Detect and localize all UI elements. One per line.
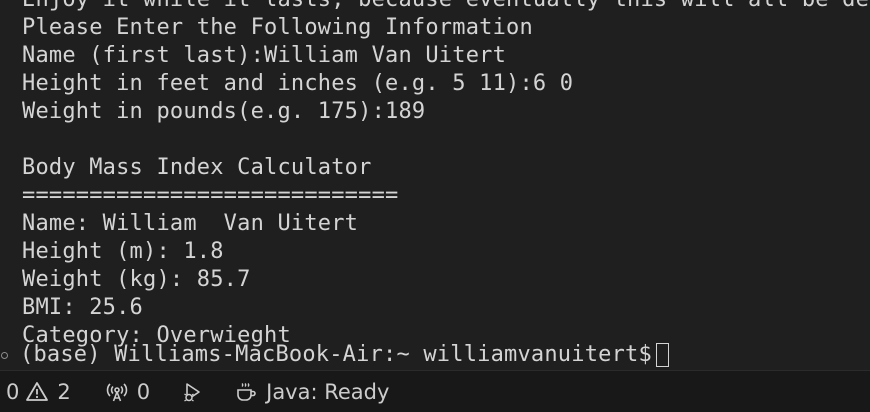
java-status[interactable]: Java: Ready [234,371,389,412]
warning-icon [25,380,49,404]
status-bar: 0 2 0 Java: Ready [0,370,870,412]
run-debug-button[interactable] [180,371,204,412]
coffee-cup-icon [234,380,258,404]
terminal-line: Height in feet and inches (e.g. 5 11):6 … [22,71,574,96]
terminal-line: BMI: 25.6 [22,295,144,320]
errors-count: 0 [6,379,20,404]
terminal-prompt-row[interactable]: (base) Williams-MacBook-Air:~ williamvan… [0,341,669,369]
ports-indicator[interactable]: 0 [105,371,150,412]
java-status-label: Java: Ready [266,379,390,404]
problems-indicator[interactable]: 0 2 [6,371,71,412]
broadcast-icon [105,380,129,404]
run-debug-icon [180,380,204,404]
terminal-line: Weight in pounds(e.g. 175):189 [22,99,426,124]
terminal-line: ============================ [22,183,399,208]
terminal-line: Please Enter the Following Information [22,15,533,40]
terminal-cursor [655,343,669,367]
shell-prompt: (base) Williams-MacBook-Air:~ williamvan… [20,342,652,367]
terminal-line: Name: William Van Uitert [22,211,359,236]
ports-count: 0 [136,379,151,404]
terminal-line: Body Mass Index Calculator [22,155,372,180]
terminal-panel[interactable]: Enjoy it while it lasts, because eventua… [0,0,870,370]
terminal-line: Enjoy it while it lasts, because eventua… [22,0,870,14]
terminal-line: Height (m): 1.8 [22,239,224,264]
command-decoration-icon[interactable] [1,351,8,359]
terminal-line: Name (first last):William Van Uitert [22,43,507,68]
warnings-count: 2 [57,379,71,404]
terminal-output: Enjoy it while it lasts, because eventua… [22,0,870,350]
terminal-line: Weight (kg): 85.7 [22,267,251,292]
